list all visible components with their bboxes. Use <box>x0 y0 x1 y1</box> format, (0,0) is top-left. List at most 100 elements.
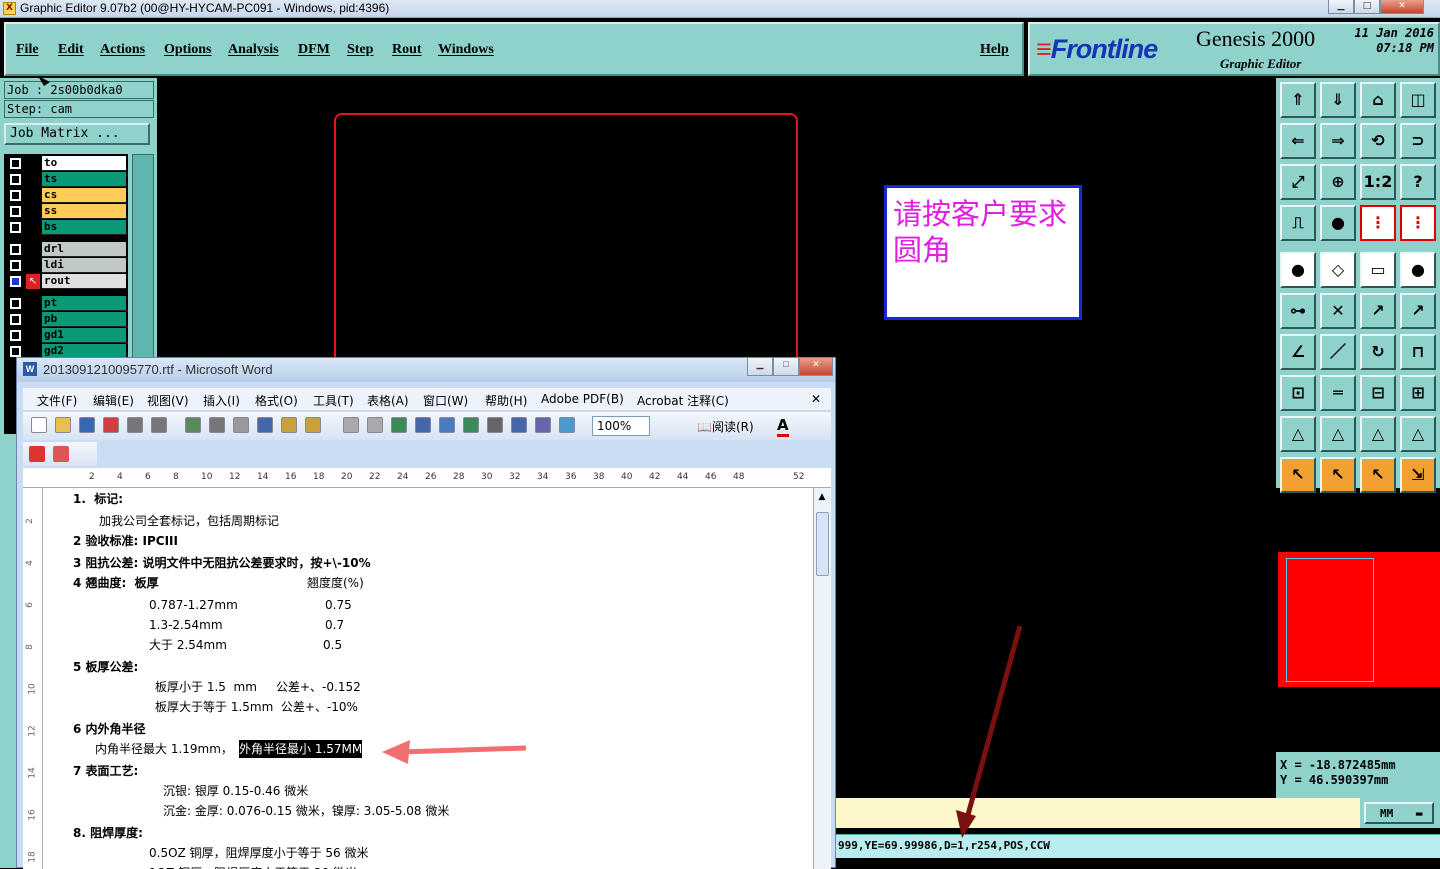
layer-row-pt[interactable]: pt <box>6 296 128 311</box>
move-left-icon[interactable]: ⇐ <box>1280 123 1316 159</box>
word-menu-item[interactable]: 表格(A) <box>367 392 409 409</box>
copy-icon[interactable]: ⇓ <box>1320 82 1356 118</box>
toolbar-button[interactable] <box>559 417 575 433</box>
toolbar-button[interactable] <box>233 417 249 433</box>
toolbar-button[interactable] <box>391 417 407 433</box>
layer-checkbox[interactable] <box>10 244 21 255</box>
route-icon[interactable]: ⇲ <box>1400 457 1436 493</box>
tri2-icon[interactable]: △ <box>1320 416 1356 452</box>
menu-actions[interactable]: Actions <box>100 42 145 58</box>
layer-row-cs[interactable]: cs <box>6 188 128 203</box>
pdf-icon[interactable] <box>29 446 45 462</box>
word-vertical-scrollbar[interactable]: ▲ <box>813 488 831 869</box>
job-matrix-button[interactable]: Job Matrix ... <box>4 123 150 145</box>
tri1-icon[interactable]: △ <box>1280 416 1316 452</box>
layer-name[interactable]: to <box>42 156 126 171</box>
zoom-center-icon[interactable]: ⊕ <box>1320 164 1356 200</box>
zoom-box[interactable]: 100% <box>592 416 650 436</box>
line-icon[interactable]: ◇ <box>1320 252 1356 288</box>
toolbar-button[interactable] <box>511 417 527 433</box>
scroll-thumb[interactable] <box>816 512 829 576</box>
units-selector[interactable]: MM ▬ <box>1364 802 1434 824</box>
word-menu-item[interactable]: Acrobat 注释(C) <box>637 392 729 409</box>
arc2-icon[interactable]: ↗ <box>1400 293 1436 329</box>
word-menu-item[interactable]: Adobe PDF(B) <box>541 392 624 406</box>
minimize-button[interactable]: ▁ <box>1328 0 1354 14</box>
menu-help[interactable]: Help <box>980 42 1009 58</box>
toolbar-button[interactable] <box>151 417 167 433</box>
zoom-fit-icon[interactable]: ⤢ <box>1280 164 1316 200</box>
toolbar-button[interactable] <box>463 417 479 433</box>
layer-checkbox[interactable] <box>10 158 21 169</box>
net-select-icon[interactable]: ⋮ <box>1400 205 1436 241</box>
layer-name[interactable]: gd1 <box>42 328 126 343</box>
window-icon[interactable]: ◫ <box>1400 82 1436 118</box>
menu-file[interactable]: File <box>16 42 39 58</box>
close-button[interactable]: ✕ <box>1380 0 1424 14</box>
rotate-icon[interactable]: ⊃ <box>1400 123 1436 159</box>
toolbar-button[interactable] <box>55 417 71 433</box>
pdf-email-icon[interactable] <box>53 446 69 462</box>
ruler-icon[interactable]: ▭ <box>1360 252 1396 288</box>
layer-row-ts[interactable]: ts <box>6 172 128 187</box>
layer-checkbox[interactable] <box>10 314 21 325</box>
snap-icon[interactable]: ● <box>1400 252 1436 288</box>
layer-row-gd1[interactable]: gd1 <box>6 328 128 343</box>
mirror-icon[interactable]: ⟲ <box>1360 123 1396 159</box>
ratio-icon[interactable]: 1:2 <box>1360 164 1396 200</box>
slash-icon[interactable]: ／ <box>1320 334 1356 370</box>
dim-icon[interactable]: ⊟ <box>1360 375 1396 411</box>
scroll-up-icon[interactable]: ▲ <box>815 492 829 506</box>
menu-analysis[interactable]: Analysis <box>228 42 279 58</box>
toolbar-button[interactable] <box>305 417 321 433</box>
move-up-icon[interactable]: ⇑ <box>1280 82 1316 118</box>
layer-name[interactable]: ss <box>42 204 126 219</box>
layer-row-rout[interactable]: rout ↖ <box>6 274 128 289</box>
layer-name[interactable]: pt <box>42 296 126 311</box>
layer-name[interactable]: cs <box>42 188 126 203</box>
menu-step[interactable]: Step <box>347 42 373 58</box>
net-icon[interactable]: ⋮ <box>1360 205 1396 241</box>
tri3-icon[interactable]: △ <box>1360 416 1396 452</box>
cross-icon[interactable]: ✕ <box>1320 293 1356 329</box>
probe-icon[interactable]: ● <box>1320 205 1356 241</box>
toolbar-button[interactable] <box>209 417 225 433</box>
affected-layer-icon[interactable]: ↖ <box>26 274 40 289</box>
horizontal-ruler[interactable]: 2 4 6 8 10 12 14 16 18 20 22 24 26 28 30 32 34 36 38 40 42 44… <box>23 468 831 488</box>
toolbar-button[interactable] <box>487 417 503 433</box>
menu-dfm[interactable]: DFM <box>298 42 330 58</box>
layer-row-bs[interactable]: bs <box>6 220 128 235</box>
word-menu-item[interactable]: 视图(V) <box>147 392 189 409</box>
select3-icon[interactable]: ↖ <box>1360 457 1396 493</box>
word-menu-item[interactable]: 格式(O) <box>255 392 298 409</box>
doc-close-icon[interactable]: ✕ <box>811 392 821 406</box>
layer-checkbox[interactable] <box>10 276 21 287</box>
pad-icon[interactable]: ● <box>1280 252 1316 288</box>
word-menu-item[interactable]: 插入(I) <box>203 392 240 409</box>
step-icon[interactable]: ⌂ <box>1360 82 1396 118</box>
group-icon[interactable]: ⊞ <box>1400 375 1436 411</box>
toolbar-button[interactable] <box>415 417 431 433</box>
toolbar-button[interactable] <box>343 417 359 433</box>
angle-icon[interactable]: ∠ <box>1280 334 1316 370</box>
tri4-icon[interactable]: △ <box>1400 416 1436 452</box>
overview-preview[interactable] <box>1278 552 1440 687</box>
toolbar-button[interactable] <box>257 417 273 433</box>
layer-row-pb[interactable]: pb <box>6 312 128 327</box>
toolbar-button[interactable] <box>535 417 551 433</box>
toolbar-button[interactable] <box>31 417 47 433</box>
layer-name[interactable]: drl <box>42 242 126 257</box>
layer-name[interactable]: ts <box>42 172 126 187</box>
move-right-icon[interactable]: ⇒ <box>1320 123 1356 159</box>
layer-name[interactable]: rout <box>42 274 126 289</box>
word-menu-item[interactable]: 窗口(W) <box>423 392 468 409</box>
select2-icon[interactable]: ↖ <box>1320 457 1356 493</box>
layer-name[interactable]: ldi <box>42 258 126 273</box>
toolbar-button[interactable] <box>185 417 201 433</box>
document-page[interactable]: 1. 标记: 加我公司全套标记，包括周期标记 2 验收标准: IPCIII 3 阻抗公… <box>43 488 813 869</box>
help-icon[interactable]: ? <box>1400 164 1436 200</box>
layer-checkbox[interactable] <box>10 298 21 309</box>
word-menu-item[interactable]: 文件(F) <box>37 392 77 409</box>
layer-checkbox[interactable] <box>10 330 21 341</box>
fill-icon[interactable]: ⊓ <box>1400 334 1436 370</box>
